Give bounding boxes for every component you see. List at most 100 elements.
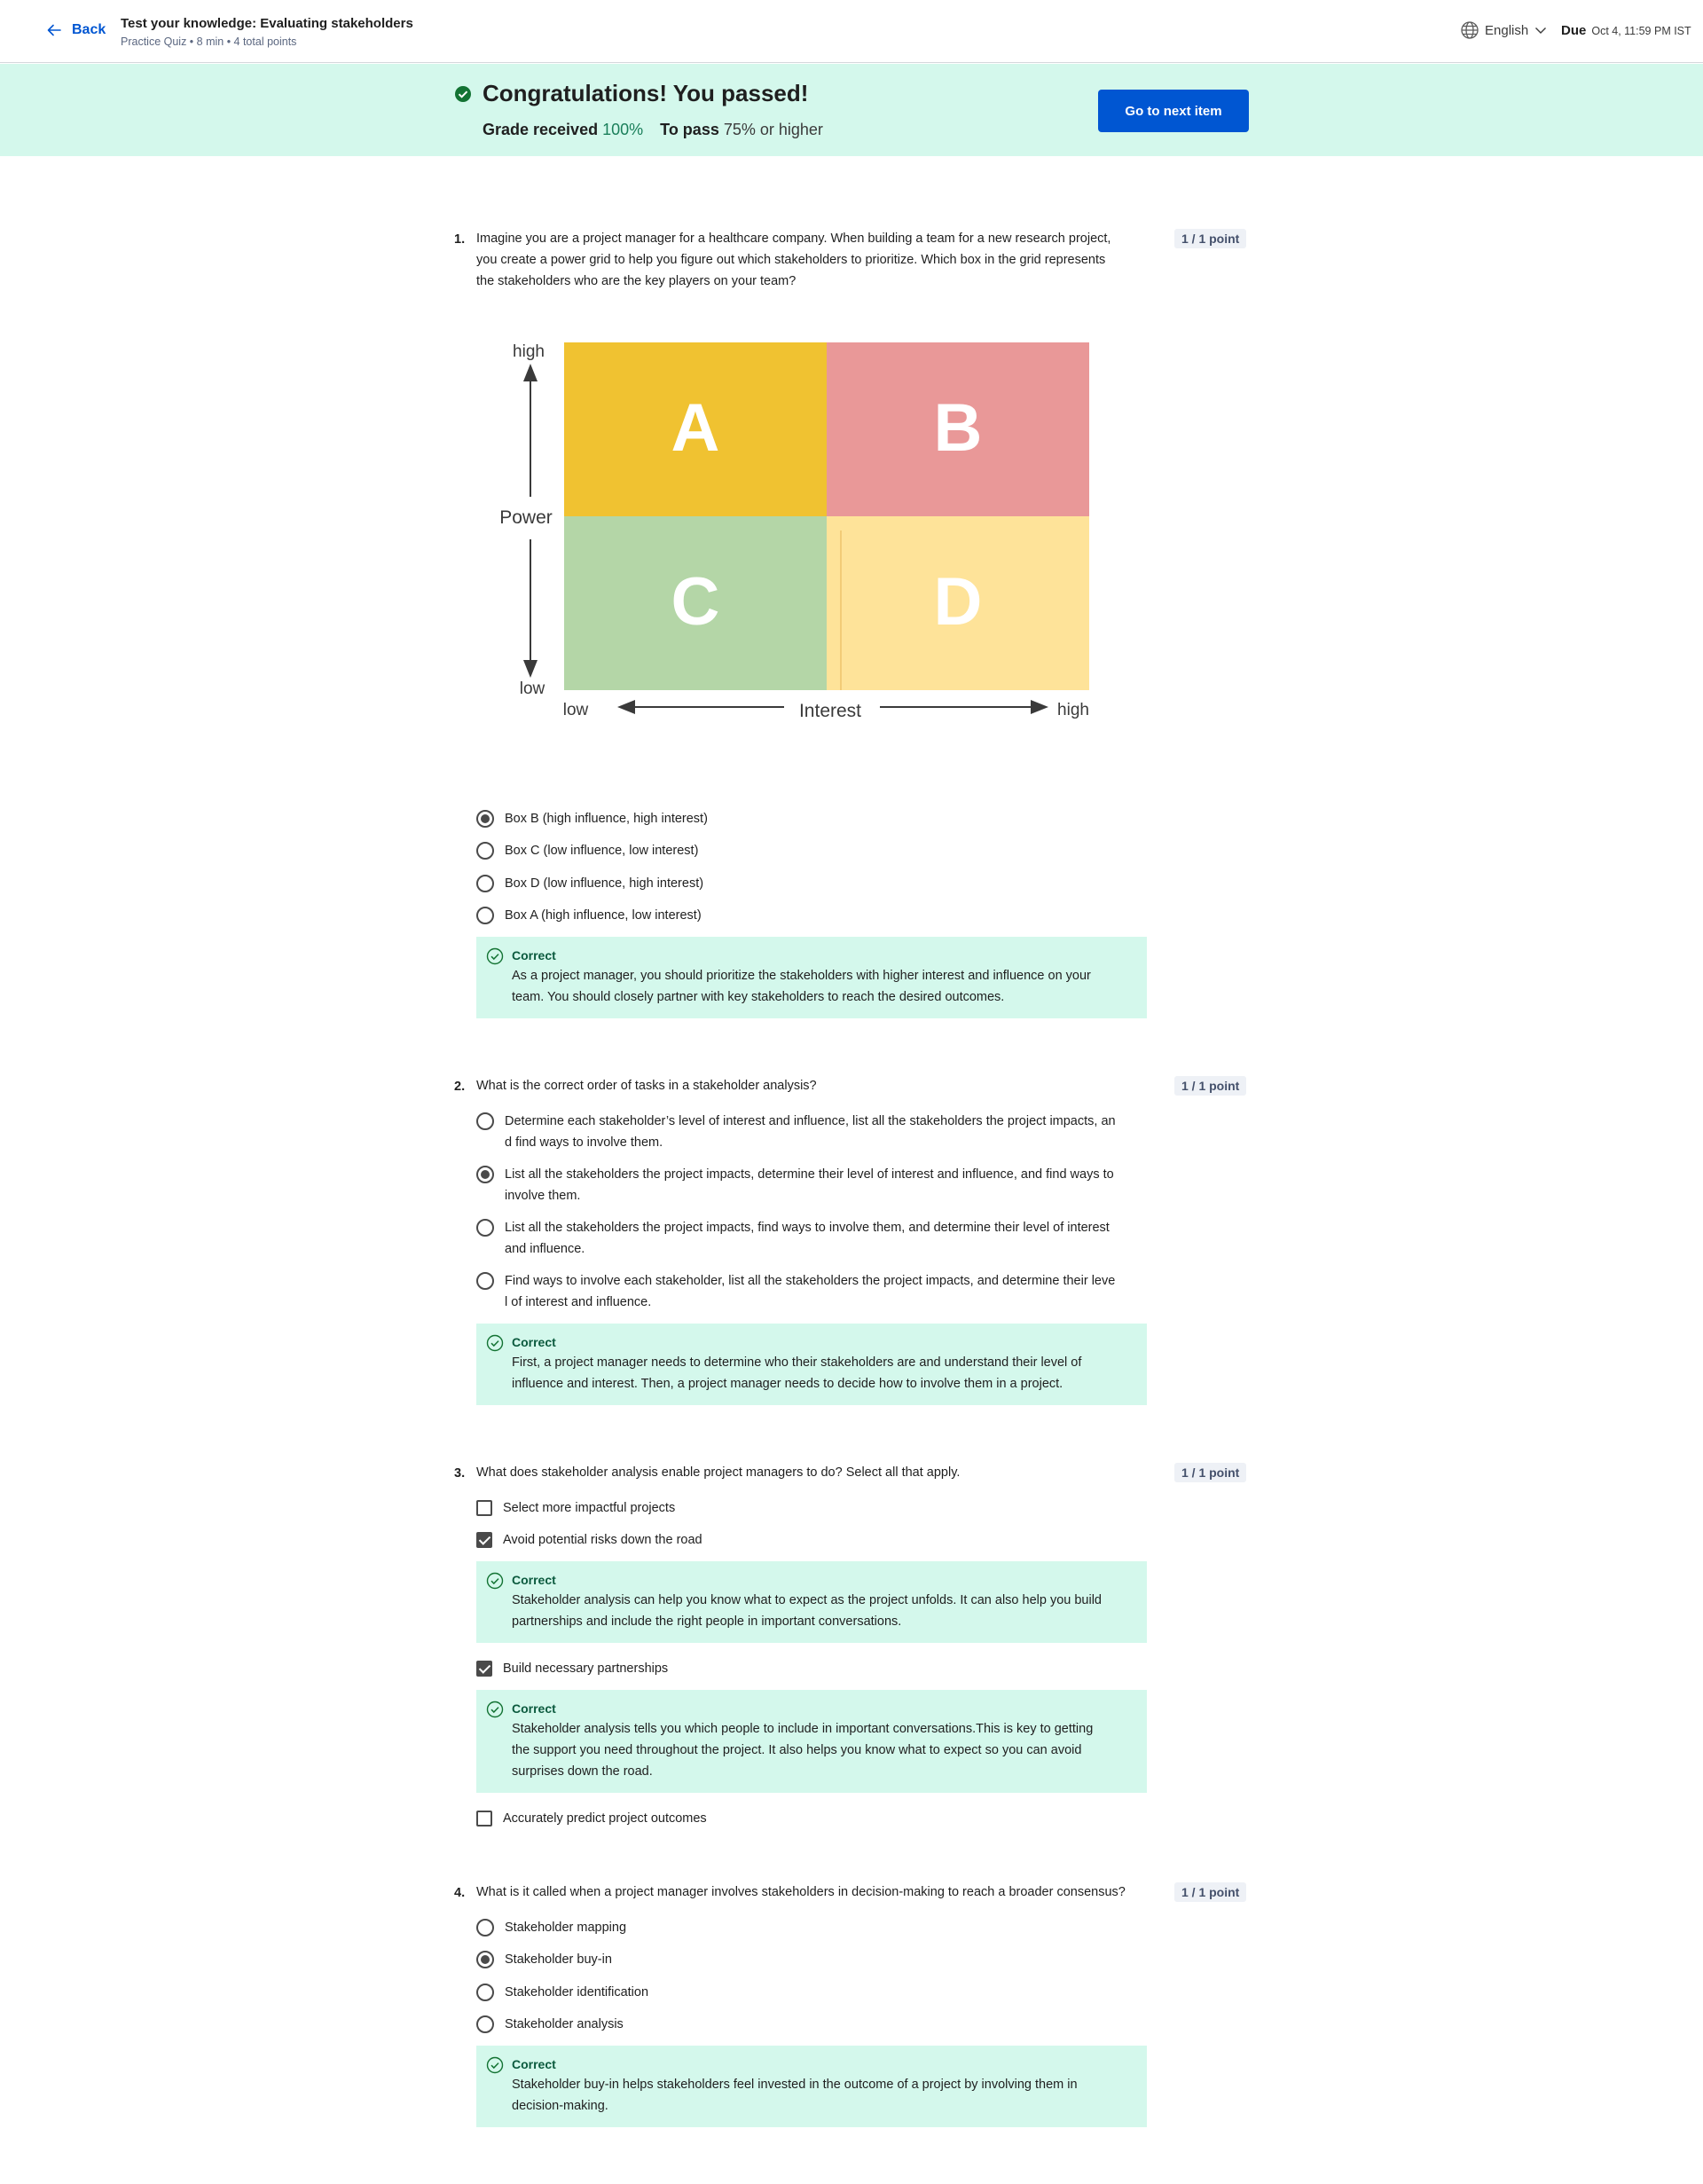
radio-button[interactable] [476, 1219, 494, 1237]
option-label: Box B (high influence, high interest) [505, 812, 708, 826]
radio-button[interactable] [476, 810, 494, 828]
answer-option[interactable]: Accurately predict project outcomes [476, 1808, 707, 1829]
radio-button[interactable] [476, 1166, 494, 1183]
feedback-correct: Correct First, a project manager needs t… [476, 1324, 1147, 1405]
check-circle-outline-icon [486, 1572, 504, 1590]
checkbox[interactable] [476, 1532, 492, 1548]
answer-option[interactable]: Box D (low influence, high interest) [476, 873, 703, 894]
radio-button[interactable] [476, 907, 494, 924]
feedback-line: partnerships and include the right peopl… [512, 1614, 902, 1629]
option-label: Stakeholder mapping [505, 1921, 627, 1935]
radio-button[interactable] [476, 875, 494, 892]
question-line: What is the correct order of tasks in a … [476, 1079, 817, 1093]
pass-label: To pass [660, 121, 719, 138]
question-text: What is the correct order of tasks in a … [476, 1075, 1150, 1096]
back-button[interactable]: Back [45, 21, 106, 39]
option-label: Find ways to involve each stakeholder, l… [505, 1270, 1115, 1313]
option-line: List all the stakeholders the project im… [505, 1167, 1114, 1182]
answer-option[interactable]: Stakeholder analysis [476, 2014, 624, 2035]
answer-option[interactable]: Avoid potential risks down the road [476, 1529, 702, 1551]
x-axis-low: low [563, 701, 589, 719]
option-label: Accurately predict project outcomes [503, 1811, 707, 1826]
option-label: List all the stakeholders the project im… [505, 1217, 1110, 1260]
answer-option[interactable]: Build necessary partnerships [476, 1658, 668, 1679]
feedback-correct: Correct Stakeholder analysis tells you w… [476, 1690, 1147, 1793]
answer-option[interactable]: Find ways to involve each stakeholder, l… [476, 1270, 1115, 1313]
checkbox[interactable] [476, 1661, 492, 1677]
check-circle-outline-icon [486, 947, 504, 965]
option-label: Box A (high influence, low interest) [505, 908, 702, 923]
radio-button[interactable] [476, 1984, 494, 2001]
option-label: Box C (low influence, low interest) [505, 844, 699, 858]
due-value: Oct 4, 11:59 PM IST [1591, 25, 1691, 37]
points-badge: 1 / 1 point [1174, 1882, 1247, 1902]
points-badge: 1 / 1 point [1174, 229, 1247, 248]
answer-option[interactable]: Determine each stakeholder’s level of in… [476, 1111, 1116, 1153]
feedback-correct: Correct Stakeholder buy-in helps stakeho… [476, 2046, 1147, 2127]
feedback-title: Correct [512, 948, 556, 962]
question-text: What is it called when a project manager… [476, 1882, 1168, 1903]
option-line: Determine each stakeholder’s level of in… [505, 1114, 1116, 1128]
due-date: Due Oct 4, 11:59 PM IST [1561, 23, 1691, 38]
radio-button[interactable] [476, 1272, 494, 1290]
feedback-line: influence and interest. Then, a project … [512, 1377, 1063, 1391]
answer-option[interactable]: Select more impactful projects [476, 1497, 675, 1519]
radio-button[interactable] [476, 1112, 494, 1130]
radio-button[interactable] [476, 1919, 494, 1937]
radio-button[interactable] [476, 1951, 494, 1968]
chevron-down-icon [1535, 27, 1547, 34]
radio-button[interactable] [476, 842, 494, 860]
answer-option[interactable]: Box B (high influence, high interest) [476, 808, 708, 829]
feedback-line: Stakeholder analysis tells you which peo… [512, 1722, 1094, 1736]
option-label: Select more impactful projects [503, 1501, 676, 1515]
answer-option[interactable]: Box A (high influence, low interest) [476, 905, 702, 926]
feedback-line: As a project manager, you should priorit… [512, 969, 1091, 983]
checkbox[interactable] [476, 1500, 492, 1516]
option-line: involve them. [505, 1189, 581, 1203]
option-label: Determine each stakeholder’s level of in… [505, 1111, 1116, 1153]
checkbox[interactable] [476, 1811, 492, 1827]
quiz-title: Test your knowledge: Evaluating stakehol… [121, 16, 413, 31]
option-label: Avoid potential risks down the road [503, 1533, 702, 1547]
grade-summary: Grade received 100% To pass 75% or highe… [483, 121, 823, 139]
x-axis-high: high [1057, 701, 1089, 719]
option-label: Stakeholder buy-in [505, 1952, 612, 1967]
next-item-button[interactable]: Go to next item [1098, 90, 1249, 132]
answer-option[interactable]: List all the stakeholders the project im… [476, 1164, 1114, 1206]
answer-option[interactable]: Stakeholder mapping [476, 1917, 626, 1938]
x-axis-label: Interest [799, 701, 861, 721]
feedback-line: Stakeholder buy-in helps stakeholders fe… [512, 2078, 1078, 2092]
answer-option[interactable]: Stakeholder identification [476, 1982, 648, 2003]
option-label: Build necessary partnerships [503, 1662, 669, 1676]
grid-label-c: C [671, 564, 720, 640]
grid-label-b: B [934, 390, 983, 466]
question-line: What is it called when a project manager… [476, 1885, 1126, 1899]
power-grid-image: A B C D high Power low low Interest high [499, 342, 1089, 721]
due-label: Due [1561, 23, 1587, 38]
quiz-title-block: Test your knowledge: Evaluating stakehol… [121, 15, 413, 50]
language-selector[interactable]: English [1460, 20, 1548, 40]
quiz-subtitle: Practice Quiz • 8 min • 4 total points [121, 35, 297, 48]
feedback-line: decision-making. [512, 2099, 608, 2113]
answer-option[interactable]: Box C (low influence, low interest) [476, 840, 698, 861]
check-circle-outline-icon [486, 2056, 504, 2074]
check-circle-outline-icon [486, 1701, 504, 1718]
answer-option[interactable]: List all the stakeholders the project im… [476, 1217, 1110, 1260]
answer-option[interactable]: Stakeholder buy-in [476, 1949, 612, 1970]
feedback-title: Correct [512, 1335, 556, 1349]
feedback-line: the support you need throughout the proj… [512, 1743, 1082, 1757]
feedback-correct: Correct As a project manager, you should… [476, 937, 1147, 1018]
feedback-line: team. You should closely partner with ke… [512, 990, 1005, 1004]
radio-button[interactable] [476, 2015, 494, 2033]
feedback-title: Correct [512, 2057, 556, 2071]
question-number: 3. [454, 1466, 466, 1481]
feedback-line: Stakeholder analysis can help you know w… [512, 1593, 1102, 1607]
feedback-line: First, a project manager needs to determ… [512, 1355, 1082, 1370]
feedback-title: Correct [512, 1573, 556, 1587]
option-label: Box D (low influence, high interest) [505, 876, 704, 891]
feedback-correct: Correct Stakeholder analysis can help yo… [476, 1561, 1147, 1643]
pass-banner: Congratulations! You passed! Grade recei… [0, 64, 1703, 156]
option-label: List all the stakeholders the project im… [505, 1164, 1114, 1206]
option-line: List all the stakeholders the project im… [505, 1221, 1110, 1235]
question-line: What does stakeholder analysis enable pr… [476, 1465, 961, 1480]
